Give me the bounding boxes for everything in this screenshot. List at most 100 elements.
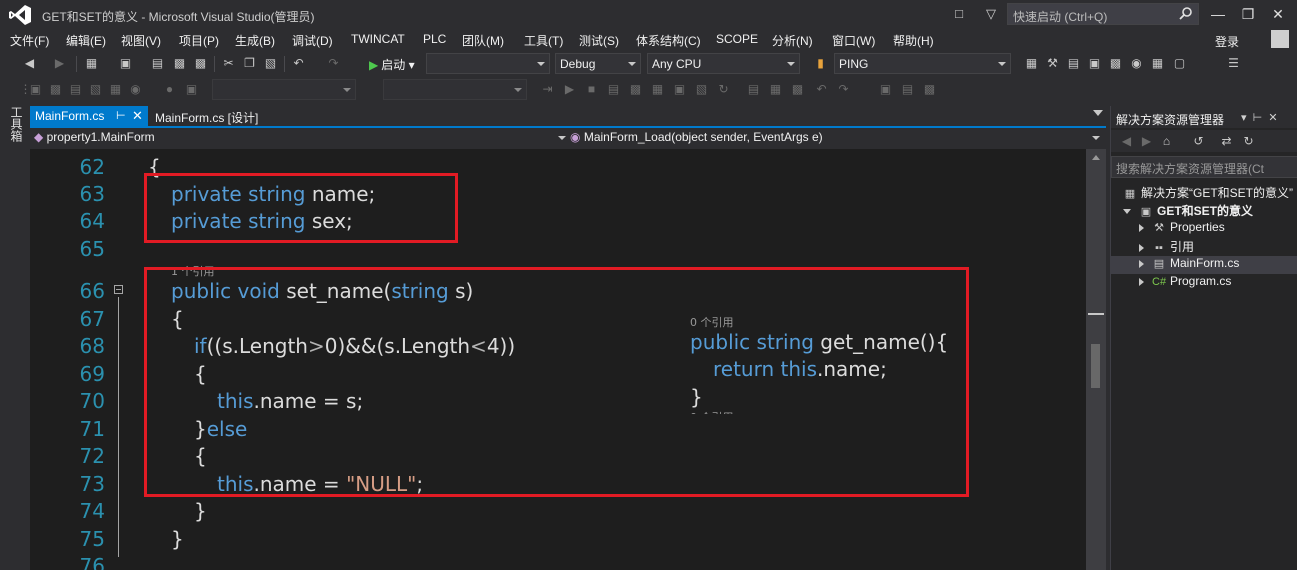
menu-debug[interactable]: 调试(D): [292, 32, 333, 49]
open-file-icon[interactable]: ▤: [150, 56, 165, 71]
plc-icon-4[interactable]: ▧: [88, 82, 103, 97]
menu-test[interactable]: 测试(S): [579, 32, 619, 49]
back-icon[interactable]: ◀: [1119, 134, 1134, 149]
plc-icon-15[interactable]: ▩: [790, 82, 805, 97]
toolbar-options-icon[interactable]: ☰: [1226, 56, 1241, 71]
menu-plc[interactable]: PLC: [423, 32, 446, 46]
menu-window[interactable]: 窗口(W): [832, 32, 875, 49]
tree-item-properties[interactable]: ⚒ Properties: [1139, 220, 1225, 238]
close-icon[interactable]: ✕: [132, 108, 143, 124]
plc-icon-11[interactable]: ▣: [672, 82, 687, 97]
run-icon[interactable]: ▶: [562, 82, 577, 97]
start-debug-button[interactable]: ▶ 启动 ▾: [369, 56, 415, 73]
restart-icon[interactable]: ▣: [1087, 56, 1102, 71]
collapse-toggle[interactable]: [114, 285, 123, 294]
plc-instance-combo[interactable]: [383, 79, 527, 100]
class-combo[interactable]: ◆ property1.MainForm: [34, 130, 566, 148]
menu-twincat[interactable]: TWINCAT: [351, 32, 405, 46]
target-system-icon[interactable]: ▮: [813, 56, 828, 71]
refresh-icon[interactable]: ↻: [716, 82, 731, 97]
close-icon[interactable]: ✕: [1268, 112, 1277, 124]
tree-item-mainform[interactable]: ▤ MainForm.cs: [1111, 256, 1297, 274]
menu-architecture[interactable]: 体系结构(C): [636, 32, 701, 49]
plc-icon-2[interactable]: ▩: [48, 82, 63, 97]
window-layout-icon[interactable]: ▢: [1172, 56, 1187, 71]
tree-item-references[interactable]: ▪▪ 引用: [1139, 238, 1194, 256]
target-system-combo[interactable]: PING: [834, 53, 1011, 74]
plc-icon-9[interactable]: ▩: [628, 82, 643, 97]
back-icon[interactable]: ◀: [22, 56, 37, 71]
refresh-icon[interactable]: ↻: [1241, 134, 1256, 149]
minimize-icon[interactable]: —: [1208, 5, 1228, 23]
plc-icon-1[interactable]: ▣: [28, 82, 43, 97]
paste-icon[interactable]: ▧: [263, 56, 278, 71]
plc-icon-12[interactable]: ▧: [694, 82, 709, 97]
config-mode-icon[interactable]: ▦: [1150, 56, 1165, 71]
tree-item-project[interactable]: ▣ GET和SET的意义: [1123, 202, 1253, 220]
tab-mainform-cs[interactable]: MainForm.cs ⊢ ✕: [30, 106, 148, 127]
tab-list-dropdown-icon[interactable]: [1093, 110, 1103, 116]
save-all-icon[interactable]: ▩: [193, 56, 208, 71]
home-icon[interactable]: ⌂: [1159, 134, 1174, 149]
forward-icon[interactable]: ▶: [1139, 134, 1154, 149]
user-avatar-icon[interactable]: [1271, 30, 1289, 48]
member-combo[interactable]: ◉ MainForm_Load(object sender, EventArgs…: [570, 130, 1100, 148]
search-icon[interactable]: [1179, 6, 1193, 20]
code-editor[interactable]: 62 63 64 65 66 67 68 69 70 71 72 73 74 7…: [30, 149, 1086, 570]
menu-file[interactable]: 文件(F): [10, 32, 49, 49]
login-link[interactable]: 登录: [1215, 33, 1239, 50]
tree-item-program[interactable]: C# Program.cs: [1139, 274, 1231, 292]
plc-icon-6[interactable]: ◉: [128, 82, 143, 97]
feedback-icon[interactable]: □: [950, 5, 968, 23]
plc-redo-icon[interactable]: ↷: [836, 82, 851, 97]
plc-icon-16[interactable]: ▣: [878, 82, 893, 97]
copy-icon[interactable]: ❐: [242, 56, 257, 71]
stop-icon[interactable]: ■: [584, 82, 599, 97]
plc-icon-14[interactable]: ▦: [768, 82, 783, 97]
scroll-thumb[interactable]: [1091, 344, 1100, 388]
restore-icon[interactable]: ❐: [1238, 5, 1258, 23]
plc-icon-13[interactable]: ▤: [746, 82, 761, 97]
plc-undo-icon[interactable]: ↶: [814, 82, 829, 97]
dropdown-icon[interactable]: ▾: [1241, 112, 1247, 124]
scroll-up-icon[interactable]: [1092, 155, 1100, 160]
toolbox-tab[interactable]: 工具箱: [8, 106, 23, 142]
platform-combo[interactable]: Any CPU: [647, 53, 800, 74]
tree-item-solution[interactable]: ▦ 解决方案“GET和SET的意义”: [1123, 184, 1293, 202]
add-item-icon[interactable]: ▣: [118, 56, 133, 71]
activate-config-icon[interactable]: ▦: [1024, 56, 1039, 71]
menu-build[interactable]: 生成(B): [235, 32, 275, 49]
plc-project-combo[interactable]: [212, 79, 356, 100]
toggle-icon[interactable]: ▩: [1108, 56, 1123, 71]
undo-icon[interactable]: ↶: [291, 56, 306, 71]
menu-scope[interactable]: SCOPE: [716, 32, 758, 46]
scope-icon[interactable]: ◉: [1129, 56, 1144, 71]
filter-icon[interactable]: ▽: [982, 5, 1000, 23]
cut-icon[interactable]: ✂: [221, 56, 236, 71]
plc-icon-10[interactable]: ▦: [650, 82, 665, 97]
menu-tools[interactable]: 工具(T): [524, 32, 563, 49]
plc-icon-17[interactable]: ▤: [900, 82, 915, 97]
plc-icon-18[interactable]: ▩: [922, 82, 937, 97]
breakpoint-icon[interactable]: ●: [162, 82, 177, 97]
pin-icon[interactable]: ⊢: [1253, 112, 1263, 124]
menu-project[interactable]: 项目(P): [179, 32, 219, 49]
close-window-icon[interactable]: ✕: [1268, 5, 1288, 23]
solution-search-input[interactable]: 搜索解决方案资源管理器(Ct: [1111, 156, 1297, 178]
debug-target-combo[interactable]: [426, 53, 550, 74]
save-icon[interactable]: ▩: [172, 56, 187, 71]
plc-icon-3[interactable]: ▤: [68, 82, 83, 97]
menu-team[interactable]: 团队(M): [462, 32, 504, 49]
plc-icon-7[interactable]: ▣: [184, 82, 199, 97]
editor-scrollbar[interactable]: [1086, 149, 1106, 570]
menu-help[interactable]: 帮助(H): [893, 32, 934, 49]
quick-launch-input[interactable]: 快速启动 (Ctrl+Q): [1007, 3, 1199, 25]
redo-icon[interactable]: ↷: [326, 56, 341, 71]
new-project-icon[interactable]: ▦: [84, 56, 99, 71]
pin-icon[interactable]: ⊢: [116, 109, 126, 122]
history-icon[interactable]: ↺: [1191, 134, 1206, 149]
step-in-icon[interactable]: ⇥: [540, 82, 555, 97]
menu-view[interactable]: 视图(V): [121, 32, 161, 49]
wrench-tool-icon[interactable]: ⚒: [1045, 56, 1060, 71]
forward-icon[interactable]: ▶: [52, 56, 67, 71]
